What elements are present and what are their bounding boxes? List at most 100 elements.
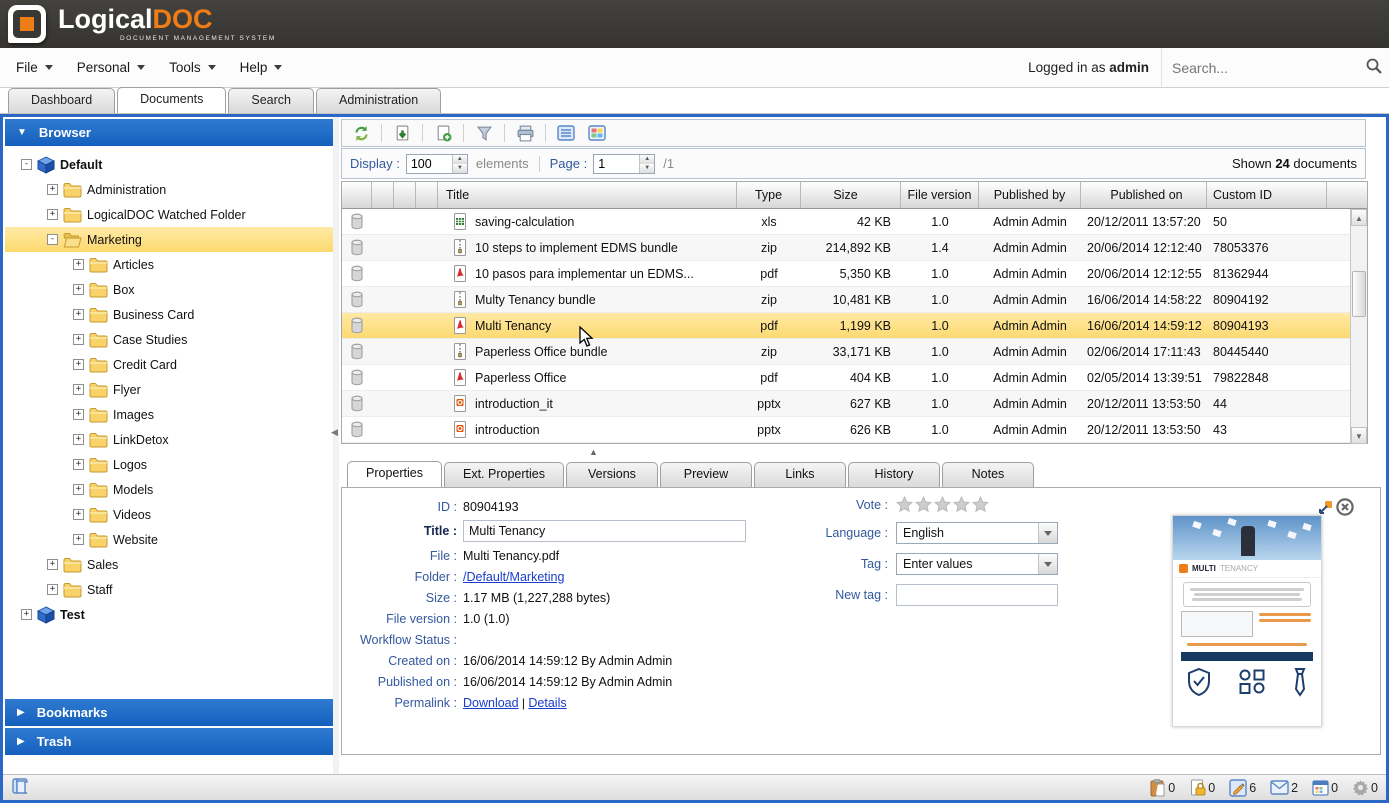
tree-node-case-studies[interactable]: +Case Studies [5,327,333,352]
title-input[interactable] [463,520,746,542]
tab-dashboard[interactable]: Dashboard [8,88,115,113]
tree-node-models[interactable]: +Models [5,477,333,502]
expand-toggle-icon[interactable]: + [73,484,84,495]
column-header-indicator[interactable] [416,182,438,208]
spinner-down-icon[interactable]: ▼ [640,164,654,173]
spinner-up-icon[interactable]: ▲ [453,155,467,164]
refresh-icon[interactable] [350,122,372,144]
page-number-input[interactable] [594,157,639,171]
details-tab-properties[interactable]: Properties [347,461,442,487]
tree-node-images[interactable]: +Images [5,402,333,427]
document-row-saving-calculation[interactable]: saving-calculationxls42 KB1.0Admin Admin… [342,209,1367,235]
language-select[interactable]: English [896,522,1058,544]
details-tab-links[interactable]: Links [754,462,846,487]
details-link[interactable]: Details [528,696,566,710]
expand-toggle-icon[interactable]: + [73,509,84,520]
tree-node-marketing[interactable]: -Marketing [5,227,333,252]
grid-vertical-scrollbar[interactable]: ▲ ▼ [1350,209,1367,444]
download-link[interactable]: Download [463,696,519,710]
display-count-input[interactable] [407,157,452,171]
menu-tools[interactable]: Tools [157,54,228,81]
tree-node-flyer[interactable]: +Flyer [5,377,333,402]
column-header-title[interactable]: Title [438,182,737,208]
tree-node-business-card[interactable]: +Business Card [5,302,333,327]
trash-section-header[interactable]: ▶ Trash [5,728,333,755]
details-panel-splitter[interactable]: ▲ [341,446,1366,461]
column-header-indicator[interactable] [394,182,416,208]
tree-node-linkdetox[interactable]: +LinkDetox [5,427,333,452]
expand-toggle-icon[interactable]: + [73,284,84,295]
vote-stars[interactable] [896,496,989,513]
tag-select[interactable]: Enter values [896,553,1058,575]
menu-file[interactable]: File [4,54,65,81]
pin-icon[interactable] [1317,500,1333,516]
expand-toggle-icon[interactable]: + [73,334,84,345]
tree-node-test[interactable]: +Test [5,602,333,627]
search-box[interactable] [1161,48,1389,87]
column-header-published-by[interactable]: Published by [979,182,1081,208]
tree-node-logos[interactable]: +Logos [5,452,333,477]
details-tab-notes[interactable]: Notes [942,462,1034,487]
document-row-10-steps-to-implement-edms-bundle[interactable]: 10 steps to implement EDMS bundlezip214,… [342,235,1367,261]
scroll-icon[interactable] [11,777,29,798]
column-header-status[interactable] [342,182,372,208]
tab-search[interactable]: Search [228,88,314,113]
column-header-published-on[interactable]: Published on [1081,182,1207,208]
counter-edit[interactable]: 6 [1229,779,1256,797]
scroll-up-icon[interactable]: ▲ [1351,209,1367,226]
counter-clipboard[interactable]: 0 [1149,779,1175,797]
expand-toggle-icon[interactable]: + [47,209,58,220]
expand-toggle-icon[interactable]: + [73,359,84,370]
document-row-paperless-office-bundle[interactable]: Paperless Office bundlezip33,171 KB1.0Ad… [342,339,1367,365]
column-header-file-version[interactable]: File version [901,182,979,208]
browser-section-header[interactable]: ▼ Browser [5,119,333,146]
chevron-down-icon[interactable] [1038,554,1057,574]
tree-node-staff[interactable]: +Staff [5,577,333,602]
spinner-down-icon[interactable]: ▼ [453,164,467,173]
tab-documents[interactable]: Documents [117,87,226,113]
details-tab-ext-properties[interactable]: Ext. Properties [444,462,564,487]
counter-locked-document[interactable]: 0 [1189,779,1215,797]
expand-toggle-icon[interactable]: + [73,534,84,545]
tree-node-credit-card[interactable]: +Credit Card [5,352,333,377]
search-input[interactable] [1172,60,1363,76]
tree-node-administration[interactable]: +Administration [5,177,333,202]
column-header-indicator[interactable] [372,182,394,208]
page-number-spinner[interactable]: ▲▼ [593,154,655,174]
expand-toggle-icon[interactable]: + [47,184,58,195]
document-row-introduction[interactable]: introductionpptx626 KB1.0Admin Admin20/1… [342,417,1367,443]
collapse-toggle-icon[interactable]: - [47,234,58,245]
menu-personal[interactable]: Personal [65,54,157,81]
list-view-icon[interactable] [555,122,577,144]
collapse-sidebar-icon[interactable]: ◀ [331,427,338,438]
close-icon[interactable] [1336,498,1354,516]
tree-node-sales[interactable]: +Sales [5,552,333,577]
tree-node-logicaldoc-watched-folder[interactable]: +LogicalDOC Watched Folder [5,202,333,227]
expand-toggle-icon[interactable]: + [73,259,84,270]
document-preview-thumbnail[interactable]: MULTI TENANCY [1172,515,1322,727]
expand-toggle-icon[interactable]: + [73,384,84,395]
counter-calendar[interactable]: 0 [1312,779,1338,796]
print-icon[interactable] [514,122,536,144]
tree-node-videos[interactable]: +Videos [5,502,333,527]
tree-node-articles[interactable]: +Articles [5,252,333,277]
collapse-details-icon[interactable]: ▲ [589,447,598,457]
scroll-down-icon[interactable]: ▼ [1351,427,1367,444]
column-header-custom-id[interactable]: Custom ID [1207,182,1327,208]
chevron-down-icon[interactable] [1038,523,1057,543]
bookmarks-section-header[interactable]: ▶ Bookmarks [5,699,333,726]
document-row-paperless-office[interactable]: Paperless Officepdf404 KB1.0Admin Admin0… [342,365,1367,391]
menu-help[interactable]: Help [228,54,295,81]
expand-toggle-icon[interactable]: + [21,609,32,620]
expand-toggle-icon[interactable]: + [47,559,58,570]
folder-path-link[interactable]: /Default/Marketing [463,570,564,584]
filter-icon[interactable] [473,122,495,144]
details-tab-history[interactable]: History [848,462,940,487]
column-header-type[interactable]: Type [737,182,801,208]
tab-administration[interactable]: Administration [316,88,441,113]
expand-toggle-icon[interactable]: + [73,459,84,470]
document-row-introduction-it[interactable]: introduction_itpptx627 KB1.0Admin Admin2… [342,391,1367,417]
document-row-multi-tenancy[interactable]: Multi Tenancypdf1,199 KB1.0Admin Admin16… [342,313,1367,339]
expand-toggle-icon[interactable]: + [47,584,58,595]
document-row-multy-tenancy-bundle[interactable]: Multy Tenancy bundlezip10,481 KB1.0Admin… [342,287,1367,313]
